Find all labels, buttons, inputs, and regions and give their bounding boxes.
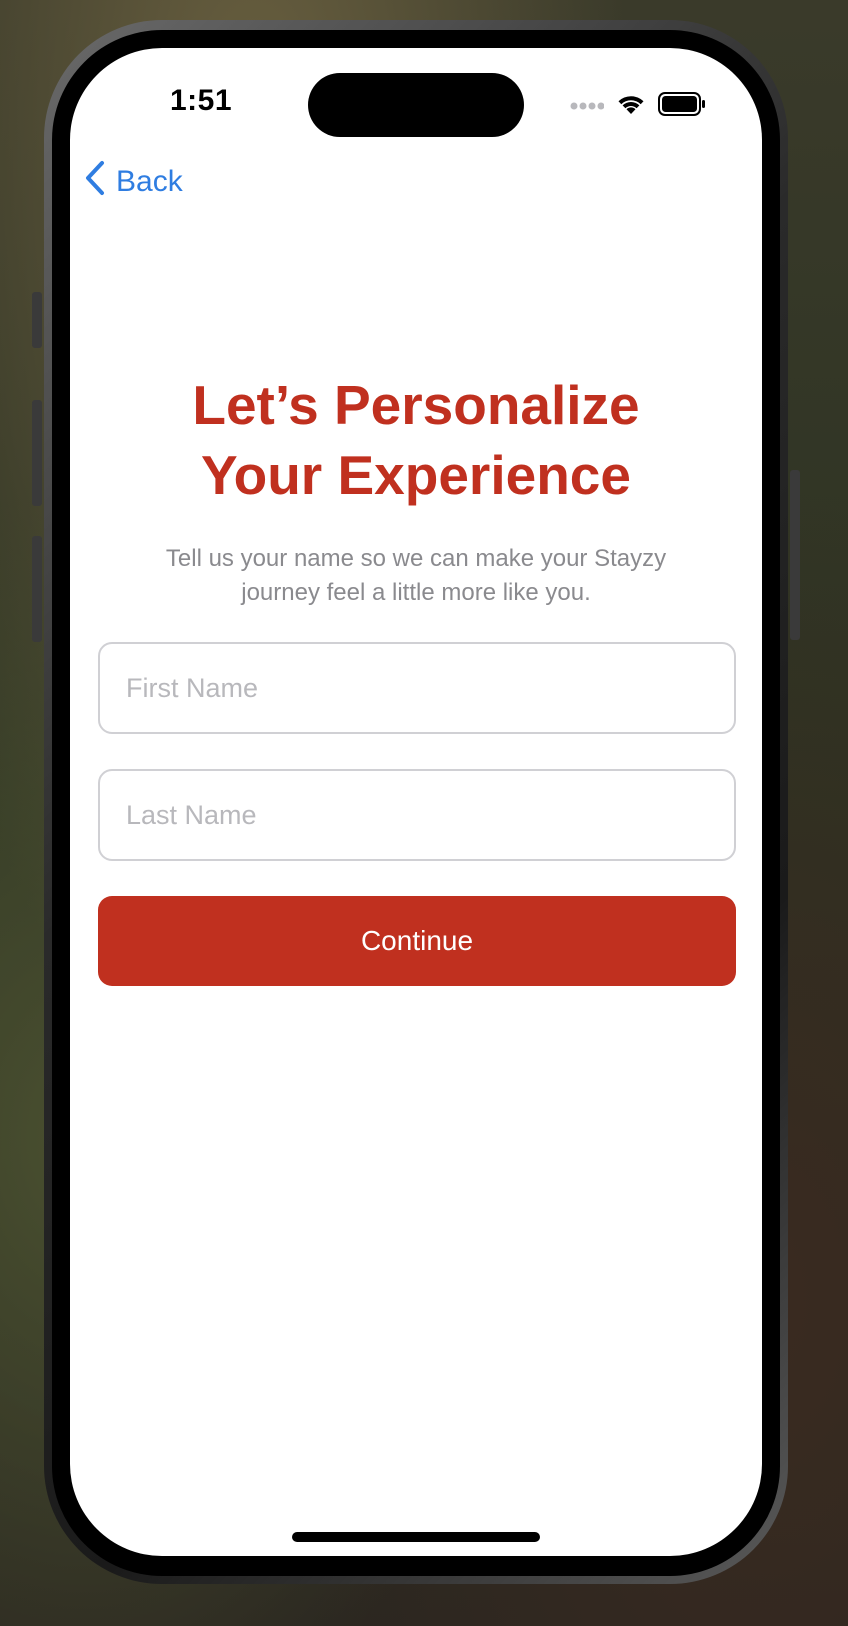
power-button [790,470,800,640]
volume-down-button [32,536,42,642]
dynamic-island [308,73,524,137]
wifi-icon [616,92,646,121]
page-title: Let’s Personalize Your Experience [70,370,762,510]
battery-full-icon [658,92,706,121]
title-line-2: Your Experience [201,444,631,506]
action-button [32,292,42,348]
cellular-dots-icon [570,98,605,116]
back-label: Back [116,165,183,198]
status-time: 1:51 [170,84,233,117]
chevron-left-icon [84,160,106,204]
subtitle-line-2: journey feel a little more like you. [241,579,591,606]
app-screen: 1:51 Back Let’s Personalize Your Experie… [70,48,762,1556]
continue-button[interactable]: Continue [98,896,736,986]
page-subtitle: Tell us your name so we can make your St… [130,542,702,610]
home-indicator [292,1532,540,1542]
subtitle-line-1: Tell us your name so we can make your St… [165,545,667,572]
first-name-field[interactable] [98,642,736,734]
back-button[interactable]: Back [84,160,183,204]
title-line-1: Let’s Personalize [192,374,640,436]
status-indicators [570,92,706,121]
volume-up-button [32,400,42,506]
last-name-field[interactable] [98,769,736,861]
